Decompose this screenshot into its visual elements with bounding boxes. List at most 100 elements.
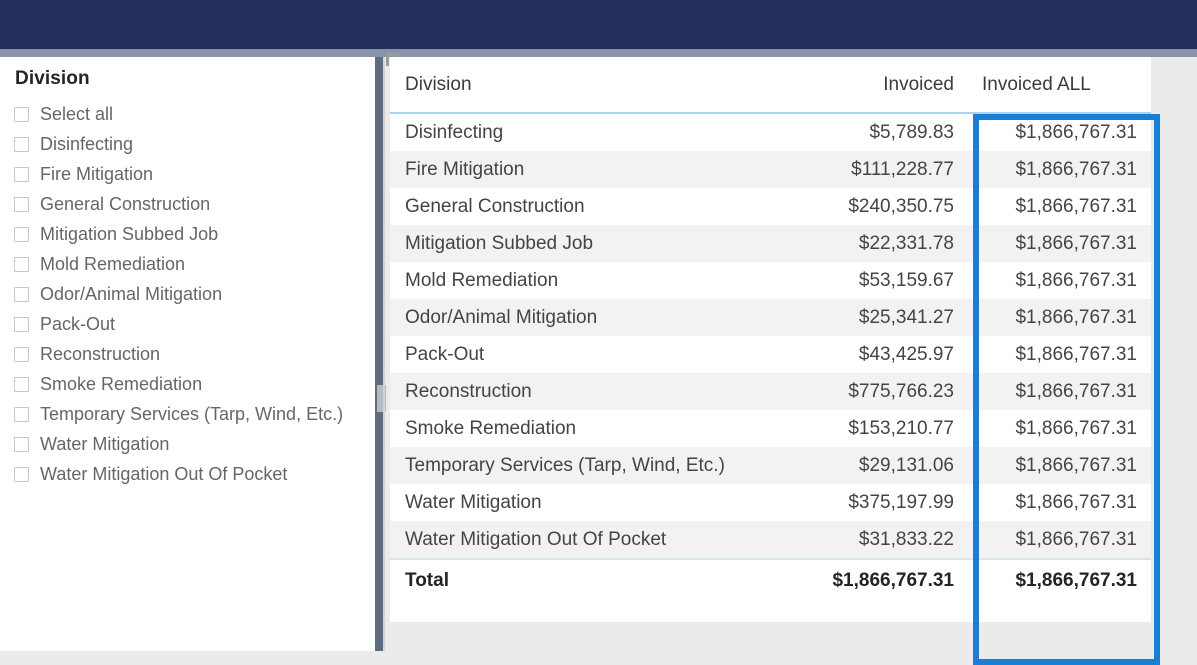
cell-division[interactable]: Odor/Animal Mitigation (390, 299, 750, 336)
column-header-invoiced-all[interactable]: Invoiced ALL (968, 57, 1151, 114)
table-total-row[interactable]: Total $1,866,767.31 $1,866,767.31 (390, 558, 1151, 601)
total-invoiced[interactable]: $1,866,767.31 (750, 558, 968, 601)
division-slicer[interactable]: Division Select all Disinfecting Fire Miti… (0, 57, 375, 651)
slicer-item[interactable]: Select all (14, 99, 372, 129)
slicer-item-label: Select all (40, 103, 114, 124)
table-row[interactable]: Mitigation Subbed Job $22,331.78 $1,866,76… (390, 225, 1151, 262)
slicer-item[interactable]: Reconstruction (14, 339, 372, 369)
table-row[interactable]: Reconstruction $775,766.23 $1,866,767.31 (390, 373, 1151, 410)
cell-invoiced[interactable]: $240,350.75 (750, 188, 968, 225)
slicer-item[interactable]: Pack-Out (14, 309, 372, 339)
checkbox-icon[interactable] (14, 226, 29, 242)
cell-invoiced[interactable]: $111,228.77 (750, 151, 968, 188)
cell-invoiced-all[interactable]: $1,866,767.31 (968, 113, 1151, 151)
slicer-item-label: Pack-Out (40, 313, 116, 334)
slicer-item[interactable]: Smoke Remediation (14, 369, 372, 399)
table-row[interactable]: Smoke Remediation $153,210.77 $1,866,767.3… (390, 410, 1151, 447)
cell-invoiced[interactable]: $375,197.99 (750, 484, 968, 521)
slicer-item[interactable]: Water Mitigation Out Of Pocket (14, 459, 372, 489)
cell-division[interactable]: Pack-Out (390, 336, 750, 373)
slicer-item-list[interactable]: Select all Disinfecting Fire Mitigation Gen… (14, 99, 372, 489)
slicer-item-label: General Construction (40, 193, 211, 214)
cell-division[interactable]: Smoke Remediation (390, 410, 750, 447)
slicer-item[interactable]: General Construction (14, 189, 372, 219)
cell-invoiced-all[interactable]: $1,866,767.31 (968, 521, 1151, 559)
table-row[interactable]: Pack-Out $43,425.97 $1,866,767.31 (390, 336, 1151, 373)
table-row[interactable]: Odor/Animal Mitigation $25,341.27 $1,866,7… (390, 299, 1151, 336)
checkbox-icon[interactable] (14, 316, 29, 332)
cell-invoiced-all[interactable]: $1,866,767.31 (968, 336, 1151, 373)
checkbox-icon[interactable] (14, 346, 29, 362)
cell-division[interactable]: Fire Mitigation (390, 151, 750, 188)
slicer-item[interactable]: Fire Mitigation (14, 159, 372, 189)
cell-invoiced[interactable]: $775,766.23 (750, 373, 968, 410)
slicer-item[interactable]: Disinfecting (14, 129, 372, 159)
cell-division[interactable]: Water Mitigation (390, 484, 750, 521)
cell-invoiced[interactable]: $31,833.22 (750, 521, 968, 559)
total-label[interactable]: Total (390, 558, 750, 601)
checkbox-icon[interactable] (14, 106, 29, 122)
cell-invoiced-all[interactable]: $1,866,767.31 (968, 373, 1151, 410)
checkbox-icon[interactable] (14, 376, 29, 392)
slicer-item[interactable]: Water Mitigation (14, 429, 372, 459)
cell-invoiced-all[interactable]: $1,866,767.31 (968, 410, 1151, 447)
slicer-item-label: Temporary Services (Tarp, Wind, Etc.) (40, 403, 344, 424)
table-header-row: Division Invoiced Invoiced ALL (390, 57, 1151, 114)
cell-invoiced[interactable]: $153,210.77 (750, 410, 968, 447)
slicer-item[interactable]: Mold Remediation (14, 249, 372, 279)
checkbox-icon[interactable] (14, 466, 29, 482)
cell-division[interactable]: Water Mitigation Out Of Pocket (390, 521, 750, 559)
column-header-invoiced[interactable]: Invoiced (750, 57, 968, 114)
cell-division[interactable]: Mitigation Subbed Job (390, 225, 750, 262)
cell-invoiced[interactable]: $53,159.67 (750, 262, 968, 299)
column-header-division[interactable]: Division (390, 57, 750, 114)
slicer-item-label: Mitigation Subbed Job (40, 223, 219, 244)
cell-invoiced-all[interactable]: $1,866,767.31 (968, 188, 1151, 225)
cell-invoiced[interactable]: $5,789.83 (750, 113, 968, 151)
table-row[interactable]: Temporary Services (Tarp, Wind, Etc.) $29… (390, 447, 1151, 484)
table-row[interactable]: Water Mitigation Out Of Pocket $31,833.22… (390, 521, 1151, 559)
report-page: Division Select all Disinfecting Fire Miti… (0, 0, 1197, 665)
cell-invoiced-all[interactable]: $1,866,767.31 (968, 262, 1151, 299)
slicer-scrollbar-track[interactable] (375, 57, 383, 651)
total-invoiced-all[interactable]: $1,866,767.31 (968, 558, 1151, 601)
cell-invoiced[interactable]: $25,341.27 (750, 299, 968, 336)
checkbox-icon[interactable] (14, 436, 29, 452)
cell-division[interactable]: Reconstruction (390, 373, 750, 410)
cell-invoiced-all[interactable]: $1,866,767.31 (968, 225, 1151, 262)
cell-invoiced[interactable]: $22,331.78 (750, 225, 968, 262)
table-row[interactable]: General Construction $240,350.75 $1,866,76… (390, 188, 1151, 225)
report-canvas: Division Select all Disinfecting Fire Miti… (0, 53, 1197, 665)
checkbox-icon[interactable] (14, 196, 29, 212)
checkbox-icon[interactable] (14, 256, 29, 272)
app-toolbar-strip (0, 49, 1197, 57)
slicer-item-label: Reconstruction (40, 343, 161, 364)
slicer-item-label: Water Mitigation (40, 433, 170, 454)
visual-corner-handle[interactable] (386, 53, 399, 66)
slicer-item-label: Odor/Animal Mitigation (40, 283, 223, 304)
cell-division[interactable]: General Construction (390, 188, 750, 225)
table-row[interactable]: Fire Mitigation $111,228.77 $1,866,767.31 (390, 151, 1151, 188)
cell-division[interactable]: Disinfecting (390, 113, 750, 151)
table-row[interactable]: Water Mitigation $375,197.99 $1,866,767.31 (390, 484, 1151, 521)
cell-division[interactable]: Mold Remediation (390, 262, 750, 299)
cell-invoiced[interactable]: $43,425.97 (750, 336, 968, 373)
cell-division[interactable]: Temporary Services (Tarp, Wind, Etc.) (390, 447, 750, 484)
cell-invoiced-all[interactable]: $1,866,767.31 (968, 299, 1151, 336)
slicer-item[interactable]: Odor/Animal Mitigation (14, 279, 372, 309)
table-row[interactable]: Disinfecting $5,789.83 $1,866,767.31 (390, 113, 1151, 151)
checkbox-icon[interactable] (14, 286, 29, 302)
invoiced-matrix-table[interactable]: Division Invoiced Invoiced ALL Disinfect… (390, 57, 1151, 601)
checkbox-icon[interactable] (14, 166, 29, 182)
cell-invoiced[interactable]: $29,131.06 (750, 447, 968, 484)
cell-invoiced-all[interactable]: $1,866,767.31 (968, 447, 1151, 484)
cell-invoiced-all[interactable]: $1,866,767.31 (968, 151, 1151, 188)
checkbox-icon[interactable] (14, 406, 29, 422)
slicer-item-label: Water Mitigation Out Of Pocket (40, 463, 288, 484)
invoiced-matrix-visual[interactable]: Division Invoiced Invoiced ALL Disinfect… (386, 53, 1151, 622)
slicer-item[interactable]: Mitigation Subbed Job (14, 219, 372, 249)
slicer-item[interactable]: Temporary Services (Tarp, Wind, Etc.) (14, 399, 372, 429)
cell-invoiced-all[interactable]: $1,866,767.31 (968, 484, 1151, 521)
checkbox-icon[interactable] (14, 136, 29, 152)
table-row[interactable]: Mold Remediation $53,159.67 $1,866,767.31 (390, 262, 1151, 299)
